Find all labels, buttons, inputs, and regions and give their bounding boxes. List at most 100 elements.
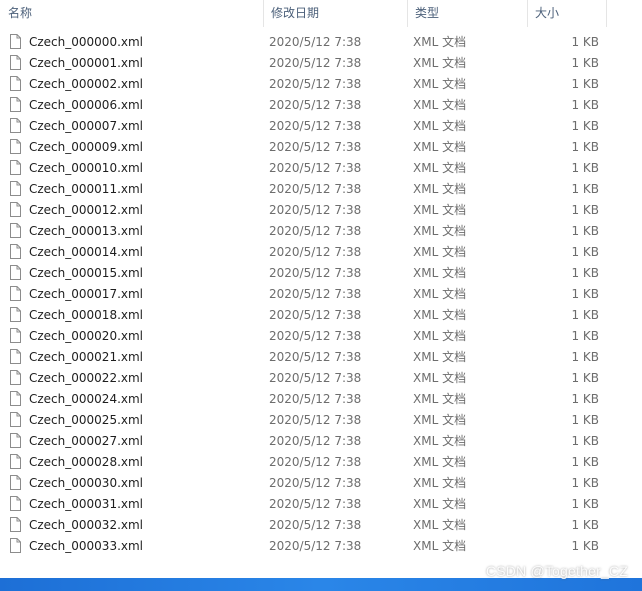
file-size: 1 KB [571, 245, 599, 259]
file-name: Czech_000014.xml [29, 245, 144, 259]
column-header-name[interactable]: 名称 ^ [0, 0, 263, 27]
file-name: Czech_000028.xml [29, 455, 144, 469]
file-row[interactable]: Czech_000032.xml 2020/5/12 7:38 XML 文档 1 KB [0, 515, 642, 536]
document-icon [10, 118, 21, 133]
file-type: XML 文档 [413, 476, 467, 490]
file-row[interactable]: Czech_000007.xml 2020/5/12 7:38 XML 文档 1 KB [0, 116, 642, 137]
file-size: 1 KB [571, 518, 599, 532]
file-row[interactable]: Czech_000017.xml 2020/5/12 7:38 XML 文档 1 KB [0, 284, 642, 305]
file-name: Czech_000020.xml [29, 329, 144, 343]
file-type: XML 文档 [413, 455, 467, 469]
file-name: Czech_000007.xml [29, 119, 144, 133]
file-size: 1 KB [571, 203, 599, 217]
document-icon [10, 223, 21, 238]
file-type: XML 文档 [413, 287, 467, 301]
column-header-date[interactable]: 修改日期 [263, 0, 407, 27]
document-icon [10, 160, 21, 175]
column-header-type[interactable]: 类型 [407, 0, 527, 27]
file-row[interactable]: Czech_000020.xml 2020/5/12 7:38 XML 文档 1 KB [0, 326, 642, 347]
file-row[interactable]: Czech_000006.xml 2020/5/12 7:38 XML 文档 1 KB [0, 95, 642, 116]
document-icon [10, 139, 21, 154]
file-row[interactable]: Czech_000002.xml 2020/5/12 7:38 XML 文档 1 KB [0, 74, 642, 95]
file-type: XML 文档 [413, 413, 467, 427]
document-icon [10, 328, 21, 343]
column-header-type-label: 类型 [415, 6, 440, 20]
file-modified-date: 2020/5/12 7:38 [269, 308, 362, 322]
file-size: 1 KB [571, 329, 599, 343]
file-name: Czech_000015.xml [29, 266, 144, 280]
file-row[interactable]: Czech_000025.xml 2020/5/12 7:38 XML 文档 1 KB [0, 410, 642, 431]
column-header-size[interactable]: 大小 [527, 0, 607, 27]
file-size: 1 KB [571, 56, 599, 70]
file-row[interactable]: Czech_000018.xml 2020/5/12 7:38 XML 文档 1 KB [0, 305, 642, 326]
file-type: XML 文档 [413, 308, 467, 322]
file-name: Czech_000031.xml [29, 497, 144, 511]
file-row[interactable]: Czech_000014.xml 2020/5/12 7:38 XML 文档 1 KB [0, 242, 642, 263]
file-row[interactable]: Czech_000009.xml 2020/5/12 7:38 XML 文档 1 KB [0, 137, 642, 158]
document-icon [10, 181, 21, 196]
file-row[interactable]: Czech_000033.xml 2020/5/12 7:38 XML 文档 1 KB [0, 536, 642, 557]
file-list: Czech_000000.xml 2020/5/12 7:38 XML 文档 1 KB… [0, 32, 642, 557]
file-size: 1 KB [571, 539, 599, 553]
file-size: 1 KB [571, 35, 599, 49]
file-row[interactable]: Czech_000028.xml 2020/5/12 7:38 XML 文档 1 KB [0, 452, 642, 473]
file-modified-date: 2020/5/12 7:38 [269, 35, 362, 49]
document-icon [10, 454, 21, 469]
file-row[interactable]: Czech_000024.xml 2020/5/12 7:38 XML 文档 1 KB [0, 389, 642, 410]
file-size: 1 KB [571, 224, 599, 238]
taskbar [0, 578, 642, 591]
document-icon [10, 391, 21, 406]
file-row[interactable]: Czech_000013.xml 2020/5/12 7:38 XML 文档 1 KB [0, 221, 642, 242]
file-size: 1 KB [571, 161, 599, 175]
file-size: 1 KB [571, 308, 599, 322]
file-modified-date: 2020/5/12 7:38 [269, 161, 362, 175]
file-name: Czech_000033.xml [29, 539, 144, 553]
document-icon [10, 517, 21, 532]
file-row[interactable]: Czech_000027.xml 2020/5/12 7:38 XML 文档 1 KB [0, 431, 642, 452]
file-size: 1 KB [571, 371, 599, 385]
file-size: 1 KB [571, 182, 599, 196]
file-row[interactable]: Czech_000022.xml 2020/5/12 7:38 XML 文档 1 KB [0, 368, 642, 389]
file-modified-date: 2020/5/12 7:38 [269, 476, 362, 490]
file-row[interactable]: Czech_000031.xml 2020/5/12 7:38 XML 文档 1 KB [0, 494, 642, 515]
file-size: 1 KB [571, 98, 599, 112]
column-header-date-label: 修改日期 [271, 6, 320, 20]
column-header: 名称 ^ 修改日期 类型 大小 [0, 0, 642, 27]
column-header-size-label: 大小 [535, 6, 560, 20]
file-row[interactable]: Czech_000021.xml 2020/5/12 7:38 XML 文档 1 KB [0, 347, 642, 368]
file-type: XML 文档 [413, 497, 467, 511]
file-type: XML 文档 [413, 98, 467, 112]
file-type: XML 文档 [413, 119, 467, 133]
file-row[interactable]: Czech_000000.xml 2020/5/12 7:38 XML 文档 1 KB [0, 32, 642, 53]
file-size: 1 KB [571, 350, 599, 364]
file-modified-date: 2020/5/12 7:38 [269, 392, 362, 406]
document-icon [10, 475, 21, 490]
file-size: 1 KB [571, 77, 599, 91]
file-name: Czech_000000.xml [29, 35, 144, 49]
file-row[interactable]: Czech_000001.xml 2020/5/12 7:38 XML 文档 1 KB [0, 53, 642, 74]
file-type: XML 文档 [413, 203, 467, 217]
file-name: Czech_000009.xml [29, 140, 144, 154]
file-row[interactable]: Czech_000012.xml 2020/5/12 7:38 XML 文档 1 KB [0, 200, 642, 221]
file-type: XML 文档 [413, 161, 467, 175]
file-name: Czech_000002.xml [29, 77, 144, 91]
file-row[interactable]: Czech_000030.xml 2020/5/12 7:38 XML 文档 1 KB [0, 473, 642, 494]
document-icon [10, 349, 21, 364]
watermark: CSDN @Together_CZ [485, 563, 628, 579]
column-header-name-label: 名称 [8, 6, 33, 20]
document-icon [10, 496, 21, 511]
document-icon [10, 244, 21, 259]
document-icon [10, 55, 21, 70]
file-row[interactable]: Czech_000010.xml 2020/5/12 7:38 XML 文档 1 KB [0, 158, 642, 179]
file-size: 1 KB [571, 119, 599, 133]
document-icon [10, 34, 21, 49]
file-type: XML 文档 [413, 392, 467, 406]
file-row[interactable]: Czech_000015.xml 2020/5/12 7:38 XML 文档 1 KB [0, 263, 642, 284]
file-modified-date: 2020/5/12 7:38 [269, 266, 362, 280]
file-type: XML 文档 [413, 329, 467, 343]
file-modified-date: 2020/5/12 7:38 [269, 182, 362, 196]
file-name: Czech_000030.xml [29, 476, 144, 490]
file-modified-date: 2020/5/12 7:38 [269, 203, 362, 217]
file-modified-date: 2020/5/12 7:38 [269, 245, 362, 259]
file-row[interactable]: Czech_000011.xml 2020/5/12 7:38 XML 文档 1 KB [0, 179, 642, 200]
